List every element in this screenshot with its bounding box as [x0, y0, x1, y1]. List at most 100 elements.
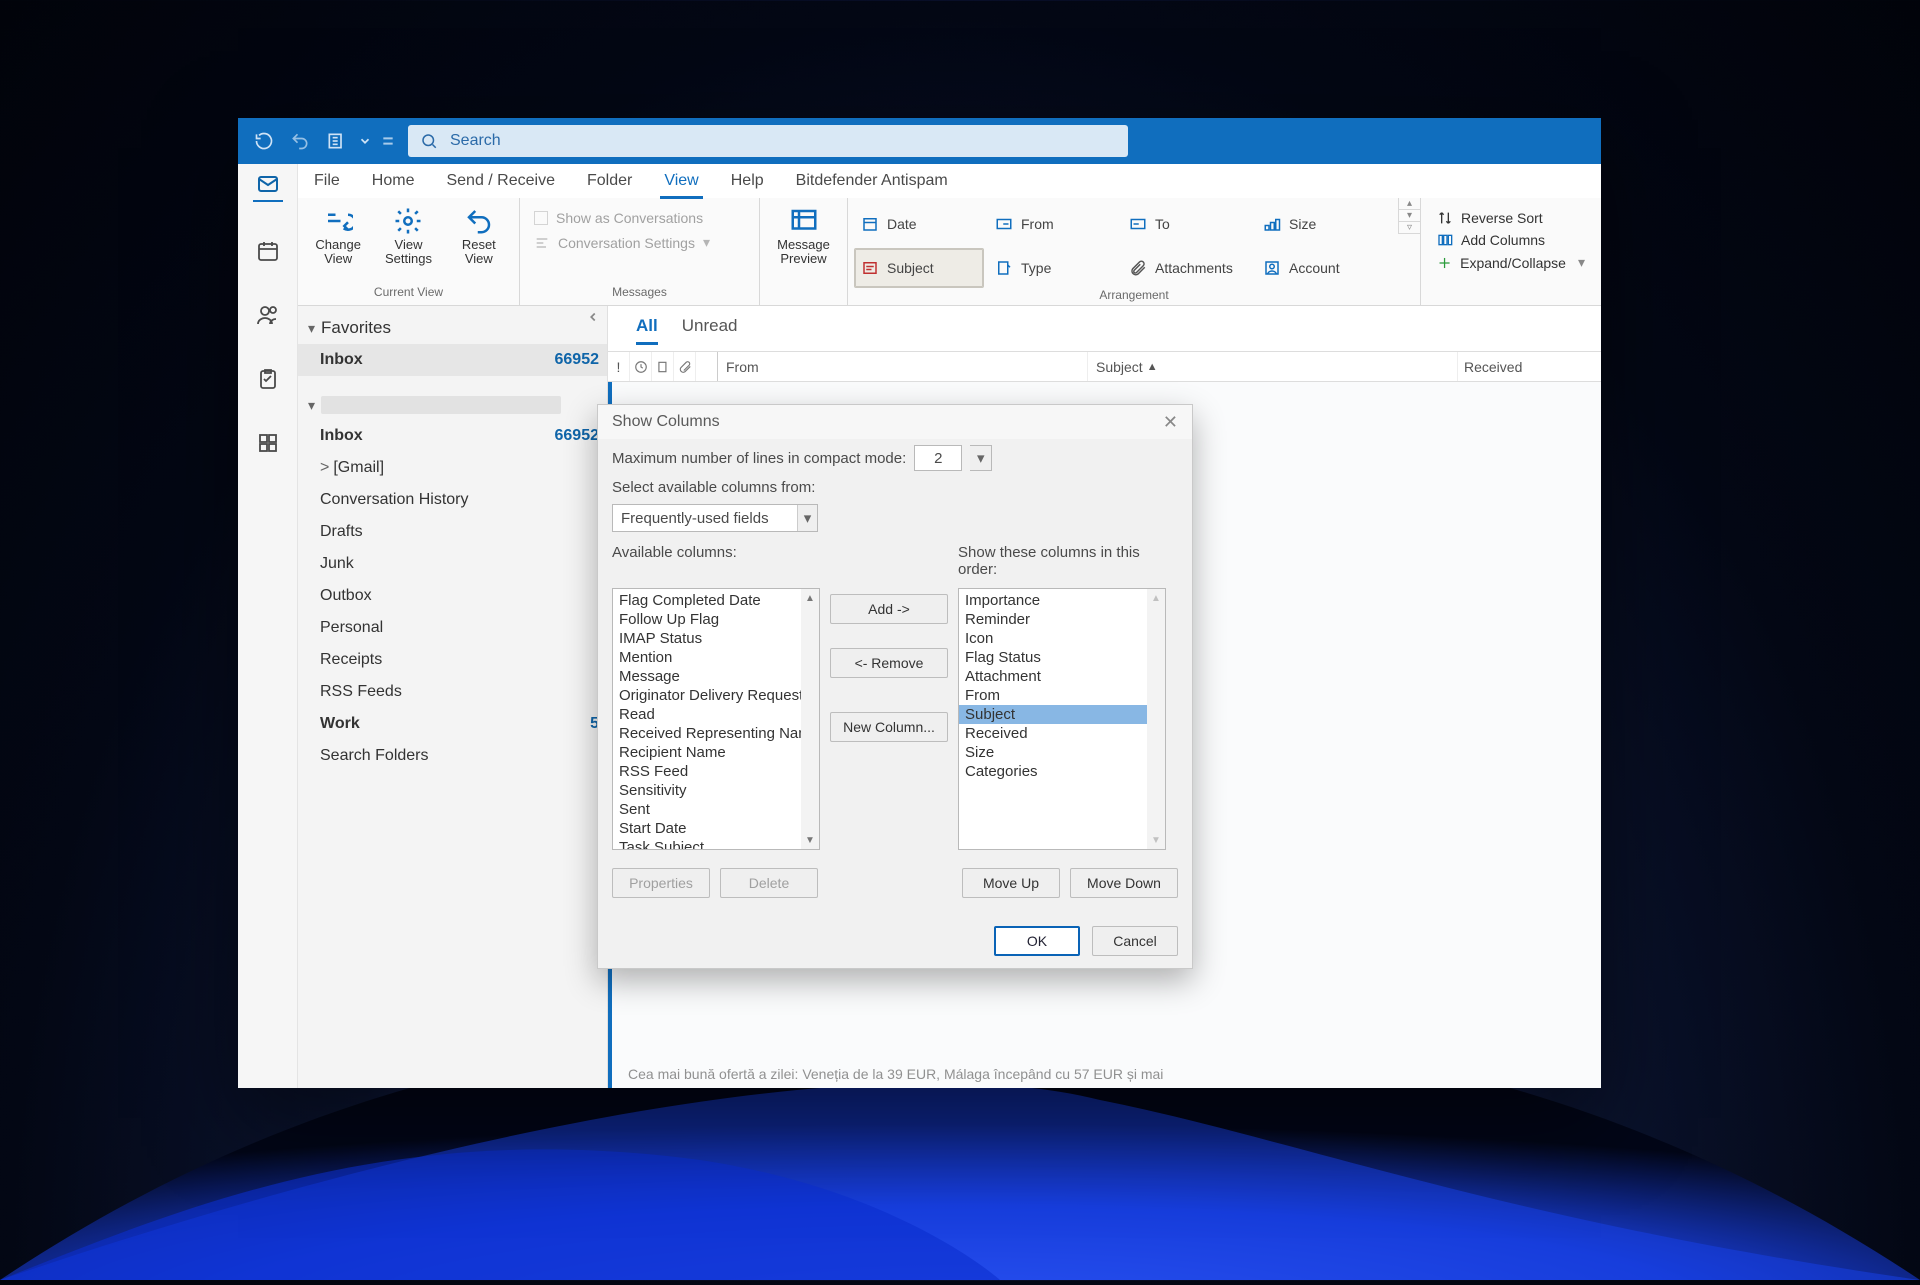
scrollbar[interactable]: ▲▼	[801, 589, 819, 849]
order-columns-list[interactable]: ImportanceReminderIconFlag StatusAttachm…	[958, 588, 1166, 850]
list-item[interactable]: Attachment	[959, 667, 1165, 686]
list-item[interactable]: Importance	[959, 591, 1165, 610]
list-item[interactable]: Start Date	[613, 819, 819, 838]
dialog-close-icon[interactable]: ✕	[1163, 412, 1178, 433]
arrange-to[interactable]: To	[1122, 204, 1252, 244]
archive-icon[interactable]	[322, 127, 350, 155]
view-settings-button[interactable]: View Settings	[376, 202, 440, 267]
rail-tasks-icon[interactable]	[253, 364, 283, 394]
search-box[interactable]: Search	[408, 125, 1128, 157]
rail-apps-icon[interactable]	[253, 428, 283, 458]
folder-item[interactable]: Outbox	[298, 580, 607, 612]
folder-item[interactable]: Personal	[298, 612, 607, 644]
menu-home[interactable]: Home	[356, 164, 431, 198]
folder-item[interactable]: Work5	[298, 708, 607, 740]
refresh-icon[interactable]	[250, 127, 278, 155]
add-column-button[interactable]: Add ->	[830, 594, 948, 624]
rail-calendar-icon[interactable]	[253, 236, 283, 266]
rail-people-icon[interactable]	[253, 300, 283, 330]
list-item[interactable]: Message	[613, 667, 819, 686]
arrange-account[interactable]: Account	[1256, 248, 1386, 288]
list-item[interactable]: Recipient Name	[613, 743, 819, 762]
favorites-inbox[interactable]: Inbox 66952	[298, 344, 607, 376]
folder-item[interactable]: Search Folders	[298, 740, 607, 772]
delete-button[interactable]: Delete	[720, 868, 818, 898]
reset-view-button[interactable]: Reset View	[447, 202, 511, 267]
list-item[interactable]: Flag Status	[959, 648, 1165, 667]
message-preview-button[interactable]: Message Preview	[764, 202, 843, 267]
properties-button[interactable]: Properties	[612, 868, 710, 898]
list-item[interactable]: Received	[959, 724, 1165, 743]
col-subject[interactable]: Subject ▲	[1088, 352, 1458, 381]
chevron-down-icon[interactable]	[358, 127, 372, 155]
arrange-attachments[interactable]: Attachments	[1122, 248, 1252, 288]
arrange-type[interactable]: Type	[988, 248, 1118, 288]
arrange-size[interactable]: Size	[1256, 204, 1386, 244]
move-up-button[interactable]: Move Up	[962, 868, 1060, 898]
list-item[interactable]: Follow Up Flag	[613, 610, 819, 629]
col-from[interactable]: From	[718, 352, 1088, 381]
quickaccess-more-icon[interactable]	[380, 127, 396, 155]
folder-item[interactable]: Junk	[298, 548, 607, 580]
add-columns-button[interactable]: Add Columns	[1437, 232, 1585, 248]
undo-icon[interactable]	[286, 127, 314, 155]
move-down-button[interactable]: Move Down	[1070, 868, 1178, 898]
list-item[interactable]: Reminder	[959, 610, 1165, 629]
arrangement-gallery-more[interactable]: ▴▾▿	[1398, 198, 1420, 234]
menu-help[interactable]: Help	[715, 164, 780, 198]
arrange-date[interactable]: Date	[854, 204, 984, 244]
change-view-button[interactable]: Change View	[306, 202, 370, 267]
col-received[interactable]: Received	[1458, 352, 1534, 381]
list-item[interactable]: Size	[959, 743, 1165, 762]
favorites-section[interactable]: ▾ Favorites	[298, 312, 607, 344]
new-column-button[interactable]: New Column...	[830, 712, 948, 742]
menu-bitdefender[interactable]: Bitdefender Antispam	[780, 164, 964, 198]
list-item[interactable]: Flag Completed Date	[613, 591, 819, 610]
available-columns-list[interactable]: Flag Completed DateFollow Up FlagIMAP St…	[612, 588, 820, 850]
folder-item[interactable]: >[Gmail]	[298, 452, 607, 484]
expand-collapse-button[interactable]: Expand/Collapse▾	[1437, 254, 1585, 271]
col-icon-icon[interactable]	[652, 352, 674, 381]
arrange-subject[interactable]: Subject	[854, 248, 984, 288]
folder-item[interactable]: Receipts	[298, 644, 607, 676]
remove-column-button[interactable]: <- Remove	[830, 648, 948, 678]
tab-unread[interactable]: Unread	[682, 316, 738, 345]
conversation-settings-button[interactable]: Conversation Settings ▾	[534, 234, 745, 251]
reverse-sort-button[interactable]: Reverse Sort	[1437, 210, 1585, 226]
list-item[interactable]: Originator Delivery Request	[613, 686, 819, 705]
list-item[interactable]: Sent	[613, 800, 819, 819]
col-attachment-icon[interactable]	[674, 352, 696, 381]
col-importance-icon[interactable]: !	[608, 352, 630, 381]
cancel-button[interactable]: Cancel	[1092, 926, 1178, 956]
list-item[interactable]: Mention	[613, 648, 819, 667]
folder-item[interactable]: Inbox66952	[298, 420, 607, 452]
arrange-from[interactable]: From	[988, 204, 1118, 244]
folder-item[interactable]: Drafts	[298, 516, 607, 548]
scrollbar[interactable]: ▲▼	[1147, 589, 1165, 849]
list-item[interactable]: Received Representing Name	[613, 724, 819, 743]
max-lines-stepper[interactable]: ▾	[970, 445, 992, 471]
list-item[interactable]: Subject	[959, 705, 1165, 724]
menu-send-receive[interactable]: Send / Receive	[430, 164, 571, 198]
list-item[interactable]: IMAP Status	[613, 629, 819, 648]
show-conversations-toggle[interactable]: Show as Conversations	[534, 210, 745, 226]
menu-file[interactable]: File	[298, 164, 356, 198]
account-section[interactable]: ▾	[298, 390, 607, 420]
col-reminder-icon[interactable]	[630, 352, 652, 381]
ok-button[interactable]: OK	[994, 926, 1080, 956]
list-item[interactable]: Read	[613, 705, 819, 724]
select-columns-from-combo[interactable]: Frequently-used fields ▾	[612, 504, 818, 532]
list-item[interactable]: From	[959, 686, 1165, 705]
folder-pane-collapse[interactable]	[586, 310, 600, 329]
list-item[interactable]: Task Subject	[613, 838, 819, 850]
rail-mail-icon[interactable]	[253, 172, 283, 202]
list-item[interactable]: Categories	[959, 762, 1165, 781]
folder-item[interactable]: RSS Feeds	[298, 676, 607, 708]
menu-folder[interactable]: Folder	[571, 164, 648, 198]
list-item[interactable]: Sensitivity	[613, 781, 819, 800]
list-item[interactable]: RSS Feed	[613, 762, 819, 781]
tab-all[interactable]: All	[636, 316, 658, 345]
folder-item[interactable]: Conversation History	[298, 484, 607, 516]
list-item[interactable]: Icon	[959, 629, 1165, 648]
menu-view[interactable]: View	[648, 164, 714, 198]
